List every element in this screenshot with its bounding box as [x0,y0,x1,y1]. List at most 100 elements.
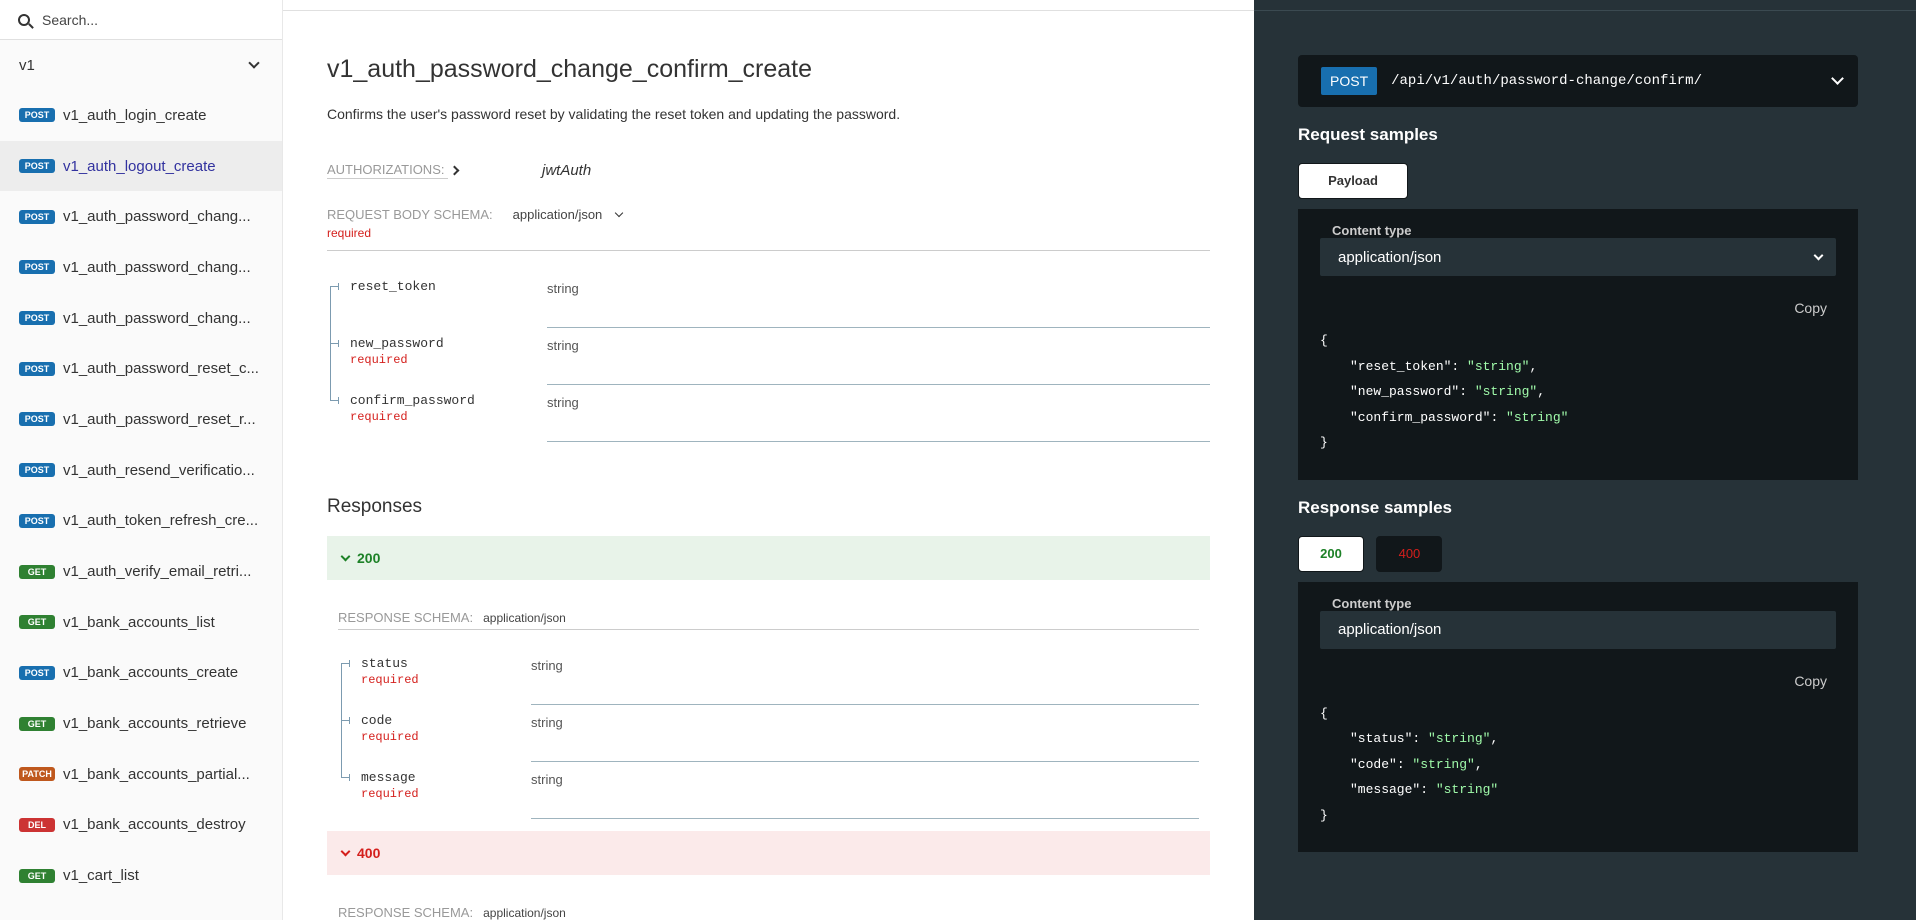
sidebar-item[interactable]: GET v1_bank_accounts_list [0,597,282,648]
method-badge: POST [19,311,55,326]
sidebar-item[interactable]: POST v1_auth_password_chang... [0,293,282,344]
tab-payload[interactable]: Payload [1298,163,1408,199]
tree-connector [341,660,350,667]
search-input[interactable] [42,11,262,28]
sidebar-item[interactable]: GET v1_auth_verify_email_retri... [0,546,282,597]
required-label: required [361,673,419,687]
search-bar [0,0,282,40]
nav-list: POST v1_auth_login_create POST v1_auth_logo… [0,90,282,901]
schema-property: confirm_password required string [327,385,1210,442]
request-body-label: REQUEST BODY SCHEMA: [327,207,493,222]
property-type: string [547,328,1210,385]
property-type: string [547,385,1210,442]
authorizations-row[interactable]: AUTHORIZATIONS: jwtAuth [327,162,1210,179]
json-value: "string" [1474,384,1538,399]
schema-property: reset_token string [327,271,1210,328]
content-type-select[interactable]: application/json [1320,238,1836,276]
sidebar-item-label: v1_auth_token_refresh_cre... [63,512,259,530]
operation-description: Confirms the user's password reset by va… [327,106,901,122]
property-name: reset_token [350,279,436,294]
property-name-cell: new_password required [327,328,547,385]
version-label: v1 [19,56,35,74]
json-key: "message" [1350,782,1421,797]
sidebar-item-label: v1_auth_password_chang... [63,309,251,327]
request-json: {"reset_token": "string", "new_password":… [1320,328,1836,456]
method-badge: POST [19,513,55,528]
property-name-cell: reset_token [327,271,547,328]
response-sample: Content type application/json Copy {"sta… [1298,581,1858,852]
json-colon: : [1420,782,1436,797]
tab-200[interactable]: 200 [1298,535,1364,572]
authorizations-value: jwtAuth [542,162,592,179]
property-name: new_password [350,336,444,351]
method-badge: POST [19,209,55,224]
response-schema: RESPONSE SCHEMA: application/json [338,905,1199,920]
json-key: "confirm_password" [1350,409,1491,425]
response-200-header[interactable]: 200 [327,536,1210,580]
sidebar-item[interactable]: POST v1_auth_password_chang... [0,242,282,293]
sidebar-item-label: v1_cart_list [63,867,139,885]
method-badge: POST [19,108,55,123]
method-badge: POST [19,361,55,376]
json-value: "string" [1428,731,1491,746]
request-body-type[interactable]: application/json [513,207,603,222]
json-value: "string" [1435,782,1499,797]
main-content: v1_auth_password_change_confirm_create C… [283,0,1254,920]
content-type-value: application/json [1338,621,1442,638]
sidebar-item[interactable]: GET v1_bank_accounts_retrieve [0,698,282,749]
json-value: "string" [1412,756,1475,772]
sidebar-item[interactable]: DEL v1_bank_accounts_destroy [0,800,282,851]
sidebar-item[interactable]: POST v1_auth_token_refresh_cre... [0,496,282,547]
method-badge: GET [19,615,55,630]
search-icon [18,13,30,26]
json-comma: , [1474,756,1483,772]
sidebar-item[interactable]: POST v1_bank_accounts_create [0,648,282,699]
copy-button[interactable]: Copy [1794,673,1827,689]
sidebar-item[interactable]: POST v1_auth_logout_create [0,140,282,192]
sidebar-item[interactable]: POST v1_auth_password_chang... [0,191,282,242]
sidebar-item[interactable]: GET v1_cart_list [0,850,282,901]
copy-button[interactable]: Copy [1794,300,1827,316]
sidebar-item[interactable]: POST v1_auth_login_create [0,90,282,141]
chevron-down-icon[interactable] [615,208,624,218]
schema-property: code required string [338,705,1199,762]
method-badge: GET [19,868,55,883]
sidebar-item-label: v1_auth_password_chang... [63,258,251,276]
schema-property: new_password required string [327,328,1210,385]
response-code: 400 [357,845,381,861]
sidebar-item-label: v1_auth_resend_verificatio... [63,461,255,479]
sidebar-item-label: v1_bank_accounts_list [63,613,215,631]
sidebar-item[interactable]: POST v1_auth_resend_verificatio... [0,445,282,496]
tree-connector [341,717,350,724]
content-type-display: application/json [1320,610,1836,649]
json-value: "string" [1467,358,1530,374]
endpoint-bar[interactable]: POST /api/v1/auth/password-change/confir… [1298,55,1858,107]
schema-property: message required string [338,762,1199,819]
sidebar-item-label: v1_auth_password_chang... [63,208,251,226]
response-400-body: RESPONSE SCHEMA: application/json [327,905,1210,920]
response-samples-title: Response samples [1298,497,1453,517]
sidebar-item-label: v1_auth_password_reset_c... [63,360,259,378]
content-type-label: Content type [1332,595,1412,611]
version-select[interactable]: v1 [0,40,282,90]
sidebar-item-label: v1_bank_accounts_partial... [63,765,250,783]
property-type: string [531,705,1199,762]
sidebar-item[interactable]: POST v1_auth_password_reset_r... [0,394,282,445]
response-400-header[interactable]: 400 [327,831,1210,875]
sidebar-item[interactable]: PATCH v1_bank_accounts_partial... [0,749,282,800]
request-sample: Content type application/json Copy {"res… [1298,209,1858,480]
content-type-value: application/json [1338,248,1442,266]
endpoint-path: /api/v1/auth/password-change/confirm/ [1391,73,1702,89]
property-name-cell: message required [338,762,531,819]
json-line: "reset_token": "string", [1320,354,1836,380]
schema-property: status required string [338,648,1199,705]
property-name-cell: confirm_password required [327,385,547,442]
json-line: "code": "string", [1320,752,1836,778]
chevron-right-icon[interactable] [449,165,460,176]
request-properties: reset_token string new_password required str… [327,271,1210,442]
chevron-down-icon [1813,250,1824,260]
tab-400[interactable]: 400 [1376,535,1443,572]
sidebar-item[interactable]: POST v1_auth_password_reset_c... [0,343,282,394]
tree-connector [341,774,350,781]
json-comma: , [1537,384,1546,399]
